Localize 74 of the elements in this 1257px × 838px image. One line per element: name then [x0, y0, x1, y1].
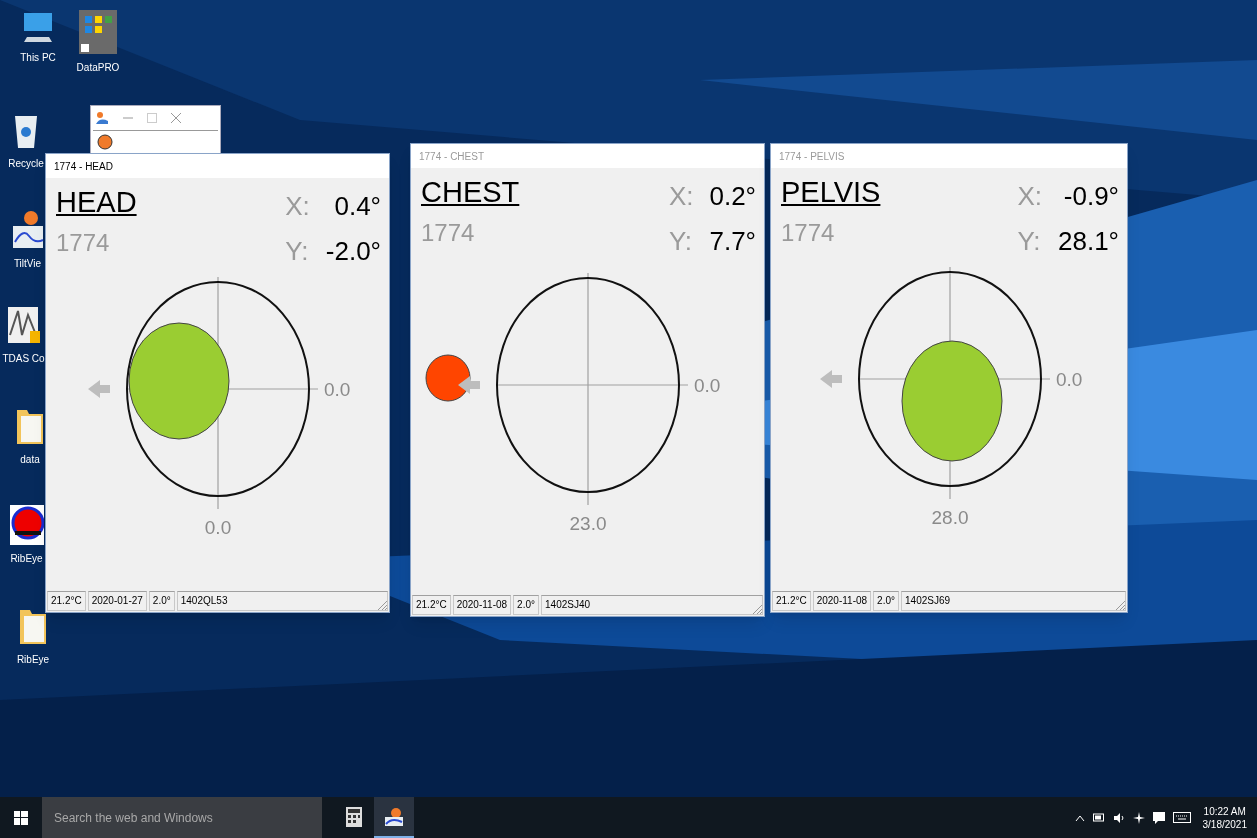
window-title: 1774 - HEAD: [54, 159, 113, 174]
y-value: 7.7°: [709, 224, 756, 258]
y-value: -2.0°: [325, 234, 381, 268]
icon-label[interactable]: TDAS Co: [2, 351, 45, 366]
tilt-app-icon: [384, 806, 404, 827]
resize-grip-icon: [1114, 599, 1126, 611]
status-cell: 1402SJ69: [901, 591, 1126, 611]
status-cell: 21.2°C: [47, 591, 86, 611]
taskbar-app[interactable]: [374, 797, 414, 838]
y-value: 28.1°: [1058, 224, 1119, 258]
sensor-serial: 1774: [781, 218, 836, 248]
status-cell: 1402QL53: [176, 591, 388, 611]
y-label: Y:: [1017, 224, 1042, 258]
x-value: -0.9°: [1062, 180, 1119, 214]
app-icon: [95, 111, 109, 125]
icon-label[interactable]: data: [20, 452, 40, 467]
status-cell: 2.0°: [873, 591, 899, 611]
start-icon[interactable]: [14, 810, 28, 825]
status-cell: 2020-11-08: [452, 595, 512, 615]
battery-icon[interactable]: [1092, 813, 1105, 822]
dot-icon: [97, 134, 113, 150]
icon-label[interactable]: Recycle: [8, 156, 44, 171]
chevron-up-icon[interactable]: [1074, 813, 1085, 822]
calculator-icon: [346, 806, 362, 827]
arrow-icon: [820, 370, 842, 388]
icon-label[interactable]: RibEye: [10, 551, 43, 566]
window-title: 1774 - CHEST: [419, 149, 485, 164]
status-cell: 2020-11-08: [812, 591, 872, 611]
x-axis-reading: 0.0: [1056, 369, 1083, 390]
icon-label[interactable]: This PC: [20, 50, 56, 65]
y-axis-reading: 23.0: [569, 513, 607, 534]
search-field[interactable]: Search the web and Windows: [42, 797, 322, 838]
status-cell: 2.0°: [513, 595, 539, 615]
icon-label[interactable]: TiltVie: [13, 256, 42, 271]
folder-icon: [15, 408, 45, 446]
icon-label[interactable]: RibEye: [16, 652, 50, 667]
icon-label[interactable]: DataPRO: [76, 60, 120, 75]
y-axis-reading: 0.0: [204, 517, 232, 538]
x-value: 0.4°: [333, 190, 381, 224]
chart-icon: [10, 210, 45, 250]
sensor-serial: 1774: [56, 228, 111, 258]
resize-grip-icon: [376, 599, 388, 611]
x-axis-reading: 0.0: [324, 379, 351, 400]
computer-icon: [21, 10, 55, 44]
speaker-icon[interactable]: [1112, 812, 1125, 823]
clock-time[interactable]: 10:22 AM: [1203, 804, 1246, 818]
x-label: X:: [1017, 180, 1042, 214]
status-cell: 2.0°: [148, 591, 175, 611]
x-value: 0.2°: [709, 180, 756, 214]
status-cell: 21.2°C: [412, 595, 451, 615]
x-label: X:: [285, 190, 310, 224]
arrow-icon: [88, 380, 110, 398]
sensor-name: PELVIS: [781, 175, 881, 210]
close-icon[interactable]: [171, 113, 181, 123]
arrow-icon: [458, 376, 480, 394]
keyboard-icon[interactable]: [1172, 812, 1191, 823]
y-label: Y:: [668, 224, 693, 258]
sensor-name: HEAD: [56, 185, 137, 220]
window-title: 1774 - PELVIS: [779, 149, 845, 164]
tiles-icon: [79, 10, 117, 54]
ribeye-icon: [9, 505, 44, 545]
clock-date[interactable]: 3/18/2021: [1202, 817, 1247, 831]
notification-icon[interactable]: [1152, 811, 1165, 824]
y-axis-reading: 28.0: [931, 507, 969, 528]
resize-grip-icon: [751, 603, 763, 615]
status-cell: 2020-01-27: [87, 591, 147, 611]
status-cell: 21.2°C: [772, 591, 811, 611]
x-axis-reading: 0.0: [694, 375, 721, 396]
x-label: X:: [668, 180, 694, 214]
sensor-serial: 1774: [421, 218, 476, 248]
sensor-name: CHEST: [421, 175, 520, 210]
waveform-icon: [5, 305, 42, 345]
y-label: Y:: [285, 234, 310, 268]
status-cell: 1402SJ40: [541, 595, 763, 615]
